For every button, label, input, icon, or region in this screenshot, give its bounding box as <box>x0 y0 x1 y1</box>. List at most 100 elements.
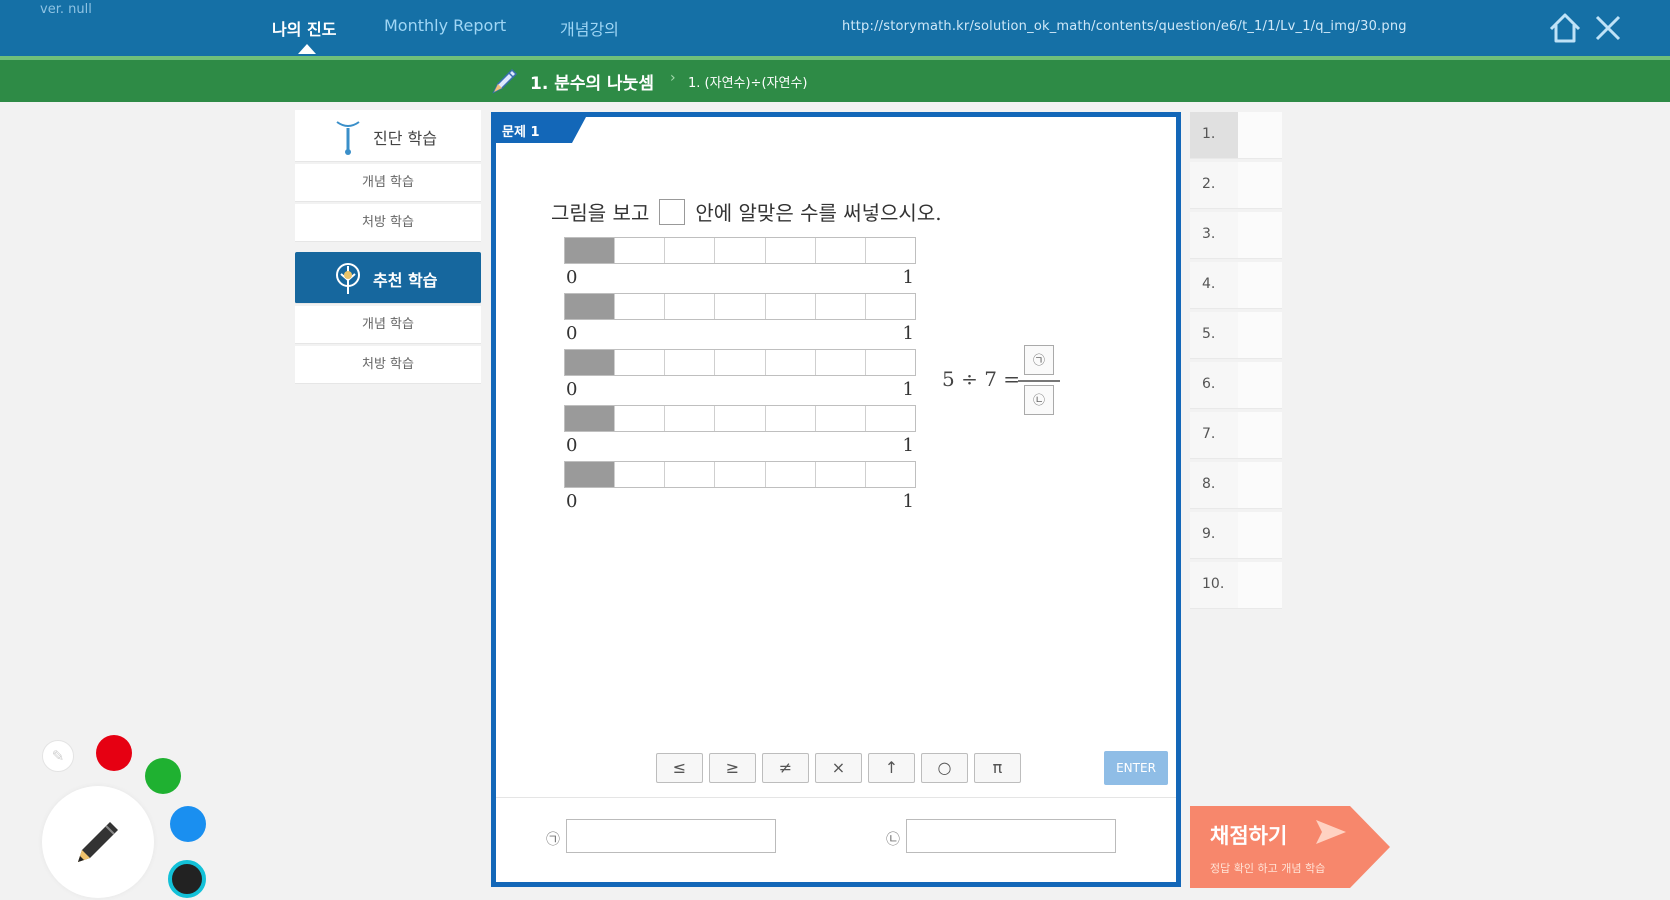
bar-cell-filled <box>565 294 616 319</box>
bar-cell-filled <box>565 350 616 375</box>
numerator-box: ㉠ <box>1024 345 1054 375</box>
tab-my-progress[interactable]: 나의 진도 <box>272 16 336 40</box>
tick-label-end: 1 <box>902 435 914 456</box>
question-status <box>1238 112 1282 158</box>
fraction-bar <box>564 405 916 432</box>
question-list-item[interactable]: 3. <box>1190 212 1282 259</box>
menu-recommend[interactable]: 추천 학습 <box>295 252 481 304</box>
question-list-item[interactable]: 8. <box>1190 462 1282 509</box>
question-list-item[interactable]: 9. <box>1190 512 1282 559</box>
bar-cell <box>665 350 716 375</box>
menu-diagnosis-label: 진단 학습 <box>373 129 437 148</box>
question-text-after: 안에 알맞은 수를 써넣으시오. <box>695 201 942 225</box>
problem-panel: 문제 1 그림을 보고 안에 알맞은 수를 써넣으시오. 0101010101 … <box>491 112 1181 887</box>
content-url: http://storymath.kr/solution_ok_math/con… <box>842 19 1407 34</box>
close-icon[interactable] <box>1590 10 1626 46</box>
division-equation: 5 ÷ 7 = ㉠ ㉡ <box>942 345 1072 415</box>
question-status <box>1238 512 1282 558</box>
tab-monthly-report[interactable]: Monthly Report <box>384 16 506 35</box>
breadcrumb-separator: › <box>670 70 676 86</box>
denominator-box: ㉡ <box>1024 385 1054 415</box>
bar-cell <box>815 462 866 487</box>
tab-concept-lecture[interactable]: 개념강의 <box>560 16 619 40</box>
menu-recommend-concept[interactable]: 개념 학습 <box>295 306 481 344</box>
bar-cell-filled <box>565 238 616 263</box>
color-blue[interactable] <box>170 806 206 842</box>
question-list-item[interactable]: 6. <box>1190 362 1282 409</box>
question-status <box>1238 462 1282 508</box>
symbol-button[interactable]: ↑ <box>868 753 915 783</box>
menu-recommend-prescription[interactable]: 처방 학습 <box>295 346 481 384</box>
bar-cell <box>665 462 716 487</box>
bar-cell <box>815 350 866 375</box>
question-list-item[interactable]: 2. <box>1190 162 1282 209</box>
symbol-button[interactable]: ≥ <box>709 753 756 783</box>
answer-input-1[interactable] <box>566 819 776 853</box>
grade-button-title: 채점하기 <box>1210 824 1288 848</box>
question-status <box>1238 262 1282 308</box>
question-text: 그림을 보고 안에 알맞은 수를 써넣으시오. <box>551 197 942 226</box>
pen-tool-button[interactable] <box>42 786 154 898</box>
question-number: 4. <box>1202 276 1216 292</box>
problem-number: 문제 1 <box>502 125 540 140</box>
bar-cell <box>715 350 766 375</box>
pencil-icon <box>490 66 520 96</box>
bar-cell <box>765 406 816 431</box>
question-list-item[interactable]: 5. <box>1190 312 1282 359</box>
grade-button[interactable]: 채점하기 정답 확인 하고 개념 학습 <box>1190 806 1390 888</box>
question-status <box>1238 162 1282 208</box>
bar-cell <box>615 350 666 375</box>
lesson-subtitle: 1. (자연수)÷(자연수) <box>688 76 808 91</box>
symbol-button[interactable]: ≠ <box>762 753 809 783</box>
bar-cell <box>665 238 716 263</box>
bar-cell <box>765 462 816 487</box>
tick-label-start: 0 <box>566 435 578 456</box>
symbol-toolbar: ≤ ≥ ≠ × ↑ ○ π <box>656 753 1021 783</box>
color-black[interactable] <box>168 860 206 898</box>
fraction-bar-row: 01 <box>564 237 916 293</box>
tick-label-end: 1 <box>902 379 914 400</box>
menu-diagnosis-prescription[interactable]: 처방 학습 <box>295 204 481 242</box>
fraction-line <box>1018 380 1060 382</box>
fraction-bar-row: 01 <box>564 405 916 461</box>
answer-input-2[interactable] <box>906 819 1116 853</box>
question-number: 3. <box>1202 226 1216 242</box>
bar-cell <box>615 294 666 319</box>
fraction-bar <box>564 237 916 264</box>
tick-label-end: 1 <box>902 323 914 344</box>
enter-button[interactable]: ENTER <box>1104 751 1168 785</box>
tick-label-start: 0 <box>566 491 578 512</box>
question-number: 8. <box>1202 476 1216 492</box>
bar-cell <box>865 294 915 319</box>
question-number: 9. <box>1202 526 1216 542</box>
question-number: 1. <box>1190 112 1238 158</box>
unit-title: 1. 분수의 나눗셈 <box>530 74 654 94</box>
version-label: ver. null <box>40 2 92 17</box>
symbol-button[interactable]: × <box>815 753 862 783</box>
eraser-button[interactable]: ✎ <box>42 740 74 772</box>
bar-cell <box>615 462 666 487</box>
symbol-button[interactable]: ○ <box>921 753 968 783</box>
symbol-button[interactable]: π <box>974 753 1021 783</box>
bar-cell <box>815 294 866 319</box>
question-list-item[interactable]: 1. <box>1190 112 1282 159</box>
tick-label-end: 1 <box>902 267 914 288</box>
question-list-item[interactable]: 4. <box>1190 262 1282 309</box>
menu-diagnosis-concept[interactable]: 개념 학습 <box>295 164 481 202</box>
blank-box <box>659 198 686 225</box>
question-number: 10. <box>1202 576 1225 592</box>
question-status <box>1238 212 1282 258</box>
color-red[interactable] <box>96 735 132 771</box>
question-number: 5. <box>1202 326 1216 342</box>
question-list-item[interactable]: 10. <box>1190 562 1282 609</box>
answer-label-2: ㉡ <box>886 832 900 848</box>
menu-diagnosis[interactable]: 진단 학습 <box>295 110 481 162</box>
home-icon[interactable] <box>1547 10 1583 46</box>
bar-cell-filled <box>565 406 616 431</box>
question-status <box>1238 312 1282 358</box>
fraction-bar <box>564 293 916 320</box>
question-list-item[interactable]: 7. <box>1190 412 1282 459</box>
color-green[interactable] <box>145 758 181 794</box>
bar-cell <box>765 350 816 375</box>
symbol-button[interactable]: ≤ <box>656 753 703 783</box>
